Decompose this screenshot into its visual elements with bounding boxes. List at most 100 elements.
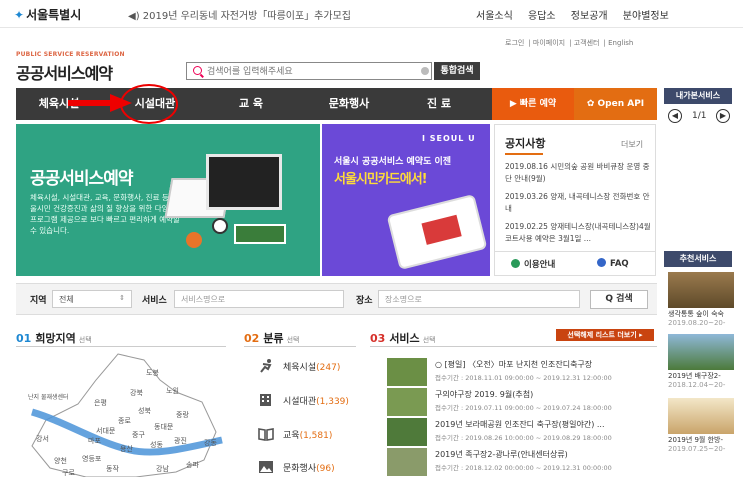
service-list-more-button[interactable]: 선택해제 리스트 더보기 ▸ — [556, 329, 654, 341]
citizen-card-banner[interactable]: I SEOUL U 서울시 공공서비스 예약도 이젠 서울시민카드에서! — [322, 124, 490, 276]
district-songpa[interactable]: 송파 — [186, 460, 199, 470]
district-seodaemun[interactable]: 서대문 — [96, 426, 115, 436]
clear-icon[interactable] — [421, 67, 429, 75]
district-yangcheon[interactable]: 양천 — [54, 456, 67, 466]
section-number: 02 — [244, 332, 260, 345]
card-thumbnail — [668, 272, 734, 308]
district-mapo[interactable]: 마포 — [88, 436, 101, 446]
card-illustration-icon — [421, 214, 462, 245]
filter-search-button[interactable]: Q 검색 — [590, 290, 648, 309]
district-gangnam[interactable]: 강남 — [156, 464, 169, 474]
district-seongbuk[interactable]: 성북 — [138, 406, 151, 416]
notice-title: 공지사항 — [505, 137, 546, 150]
category-count: (96) — [316, 464, 335, 474]
region-select[interactable]: 전체 ⇕ — [52, 290, 132, 308]
iseoulu-brand: I SEOUL U — [422, 134, 476, 143]
integrated-search-button[interactable]: 통합검색 — [434, 62, 480, 80]
link-info[interactable]: 정보공개 — [571, 11, 608, 22]
book-icon — [258, 428, 274, 441]
service-item[interactable]: 2019년 보라매공원 인조잔디 축구장(평일야간) ... 접수기간 : 20… — [387, 418, 657, 446]
card-title: 2019년 9월 한방- — [668, 436, 724, 444]
link-category-info[interactable]: 분야별정보 — [623, 11, 669, 22]
open-api-button[interactable]: ✿ Open API — [574, 88, 657, 120]
category-count: (1,339) — [316, 397, 349, 407]
district-jungnang[interactable]: 중랑 — [176, 410, 189, 420]
place-label: 장소 — [356, 296, 373, 306]
nav-medical[interactable]: 진 료 — [396, 88, 482, 120]
district-eunpyeong[interactable]: 은평 — [94, 398, 107, 408]
seoul-logo[interactable]: ✦ 서울특별시 — [14, 6, 81, 23]
recommend-card[interactable]: 2019년 배구장2- 2018.12.04~20- — [668, 334, 734, 389]
service-item[interactable]: 구의야구장 2019. 9월(추첨) 접수기간 : 2019.07.11 09:… — [387, 388, 657, 416]
service-title: ○ [평일] 〈오전〉마포 난지천 인조잔디축구장 — [435, 360, 593, 369]
monitor-illustration-icon — [206, 154, 282, 210]
notice-list: 2019.08.16 시민의숲 공원 바비큐장 운영 중단 안내(9월) 201… — [505, 161, 651, 251]
notice-footer: 이용안내 FAQ — [495, 251, 655, 275]
notice-item[interactable]: 2019.03.26 양재, 내곡테니스장 전화번호 안내 — [505, 191, 651, 215]
notice-underline — [505, 153, 543, 155]
category-count: (247) — [316, 363, 341, 373]
banner-title: 공공서비스예약 — [30, 169, 133, 189]
district-dobong[interactable]: 도봉 — [146, 368, 159, 378]
nav-education[interactable]: 교 육 — [208, 88, 294, 120]
top-notice-link[interactable]: ◀) 2019년 우리동네 자전거방「따릉이포」추가모집 — [128, 7, 351, 22]
notice-item[interactable]: 2019.02.25 양재테니스장(내곡테니스장)4월 코트사용 예약은 3월1… — [505, 221, 651, 245]
category-count: (1,581) — [299, 431, 333, 441]
district-nowon[interactable]: 노원 — [166, 386, 179, 396]
notice-item[interactable]: 2019.08.16 시민의숲 공원 바비큐장 운영 중단 안내(9월) — [505, 161, 651, 185]
section-service-header: 03 서비스 선택 — [370, 330, 436, 346]
service-thumbnail — [387, 358, 427, 386]
notice-more-link[interactable]: 더보기 — [621, 139, 643, 150]
district-junggu[interactable]: 중구 — [132, 430, 145, 440]
nav-culture[interactable]: 문화행사 — [306, 88, 392, 120]
link-response[interactable]: 응답소 — [528, 11, 556, 22]
banner-description: 체육시설, 시설대관, 교육, 문화행사, 진료 등 서울시민 건강증진과 삶의… — [30, 193, 180, 235]
support-link[interactable]: 고객센터 — [574, 39, 600, 47]
mypage-link[interactable]: 마이페이지 — [533, 39, 565, 47]
faq-link[interactable]: FAQ — [597, 258, 629, 269]
english-link[interactable]: English — [608, 39, 633, 47]
recommend-header: 추천서비스 — [664, 251, 732, 267]
district-gwangjin[interactable]: 광진 — [174, 436, 187, 446]
card-date: 2019.07.25~20- — [668, 445, 726, 453]
next-icon[interactable]: ▶ — [716, 109, 730, 123]
category-name: 시설대관 — [283, 397, 317, 407]
main-banner[interactable]: 공공서비스예약 체육시설, 시설대관, 교육, 문화행사, 진료 등 서울시민 … — [16, 124, 320, 276]
login-link[interactable]: 로그인 — [505, 39, 524, 47]
service-thumbnail — [387, 448, 427, 476]
category-education[interactable]: 교육(1,581) — [258, 426, 368, 444]
brand-title[interactable]: 공공서비스예약 — [16, 60, 113, 84]
district-jongno[interactable]: 종로 — [118, 416, 131, 426]
district-yeongdeungpo[interactable]: 영등포 — [82, 454, 101, 464]
service-item[interactable]: 2019년 족구장2-광나루(안내센터상류) 접수기간 : 2018.12.02… — [387, 448, 657, 476]
district-yongsan[interactable]: 용산 — [120, 444, 133, 454]
link-news[interactable]: 서울소식 — [476, 11, 513, 22]
service-input[interactable]: 서비스명으로 — [174, 290, 344, 308]
district-gangbuk[interactable]: 강북 — [130, 388, 143, 398]
category-name: 문화행사 — [283, 464, 317, 474]
district-dongdaemun[interactable]: 동대문 — [154, 422, 173, 432]
card-date: 2019.08.20~20- — [668, 319, 726, 327]
soccer-ball-icon — [212, 218, 228, 234]
recent-pager: ◀ 1/1 ▶ — [664, 106, 732, 126]
service-item[interactable]: ○ [평일] 〈오전〉마포 난지천 인조잔디축구장 접수기간 : 2018.11… — [387, 358, 657, 386]
district-gangdong[interactable]: 강동 — [204, 438, 217, 448]
section-sub: 선택 — [286, 336, 300, 344]
recommend-card[interactable]: 2019년 9월 한방- 2019.07.25~20- — [668, 398, 734, 453]
place-input[interactable]: 장소명으로 — [378, 290, 580, 308]
category-rental[interactable]: 시설대관(1,339) — [258, 392, 368, 410]
quick-reserve-button[interactable]: ▶ 빠른 예약 — [492, 88, 574, 120]
district-gangseo[interactable]: 강서 — [36, 434, 49, 444]
brand-subtitle: PUBLIC SERVICE RESERVATION — [16, 51, 125, 58]
faq-label: FAQ — [610, 259, 629, 269]
category-culture[interactable]: 문화행사(96) — [258, 459, 368, 477]
district-seongdong[interactable]: 성동 — [150, 440, 163, 450]
guide-link[interactable]: 이용안내 — [511, 258, 555, 270]
category-sports[interactable]: 체육시설(247) — [258, 358, 368, 376]
prev-icon[interactable]: ◀ — [668, 109, 682, 123]
service-title: 2019년 보라매공원 인조잔디 축구장(평일야간) ... — [435, 420, 605, 429]
search-input[interactable] — [207, 65, 407, 78]
district-guro[interactable]: 구로 — [62, 468, 75, 477]
district-dongjak[interactable]: 동작 — [106, 464, 119, 474]
recommend-card[interactable]: 생각통통 숲이 숙숙 2019.08.20~20- — [668, 272, 734, 327]
